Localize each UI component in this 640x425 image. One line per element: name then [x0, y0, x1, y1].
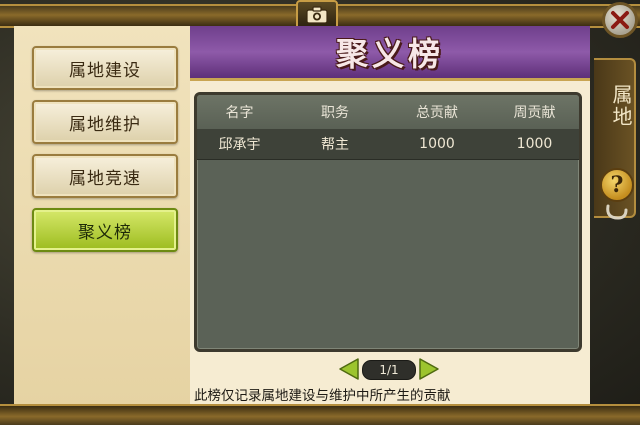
title-banner: 聚义榜	[190, 26, 590, 81]
nav-item-territory-maintain[interactable]: 属地维护	[32, 100, 178, 144]
camera-icon	[306, 6, 328, 24]
leaderboard-table: 名字 职务 总贡献 周贡献 邱承宇 帮主 1000 1000	[194, 92, 582, 352]
nav-item-label: 属地维护	[69, 114, 141, 135]
cell-total: 1000	[419, 136, 455, 152]
column-header-total: 总贡献	[416, 105, 458, 121]
nav-item-territory-build[interactable]: 属地建设	[32, 46, 178, 90]
nav-item-label: 聚义榜	[78, 222, 132, 243]
column-header-role: 职务	[321, 105, 349, 121]
footer-note: 此榜仅记录属地建设与维护中所产生的贡献	[194, 388, 451, 404]
nav-item-territory-race[interactable]: 属地竞速	[32, 154, 178, 198]
arrow-left-icon	[339, 358, 359, 380]
arrow-right-icon	[419, 358, 439, 380]
table-row[interactable]: 邱承宇 帮主 1000 1000	[197, 129, 579, 160]
page-title: 聚义榜	[335, 35, 444, 73]
column-header-weekly: 周贡献	[513, 105, 556, 121]
help-button[interactable]: ?	[600, 168, 634, 202]
page-indicator: 1/1	[362, 360, 416, 380]
close-button[interactable]	[602, 2, 638, 38]
left-nav-panel: 属地建设 属地维护 属地竞速 聚义榜	[14, 26, 192, 404]
cell-name: 邱承宇	[218, 137, 261, 153]
close-icon	[611, 11, 629, 29]
hook-ornament-icon	[606, 204, 628, 220]
cell-weekly: 1000	[516, 136, 553, 152]
side-tab-label: 属地	[609, 84, 633, 128]
cell-role: 帮主	[321, 137, 349, 153]
next-page-button[interactable]	[416, 356, 442, 382]
nav-item-label: 属地竞速	[69, 168, 141, 189]
pager: 1/1	[336, 356, 446, 382]
bottom-frame-rail	[0, 404, 640, 425]
column-header-name: 名字	[225, 105, 254, 121]
nav-item-label: 属地建设	[69, 60, 141, 81]
question-icon: ?	[610, 172, 624, 198]
table-header: 名字 职务 总贡献 周贡献	[197, 95, 579, 130]
game-window: 属地建设 属地维护 属地竞速 聚义榜 聚义榜 名字 职务 总贡献 周贡献 邱承宇…	[0, 0, 640, 425]
main-panel: 聚义榜 名字 职务 总贡献 周贡献 邱承宇 帮主 1000 1000 1/1 此…	[190, 26, 590, 404]
nav-item-leaderboard[interactable]: 聚义榜	[32, 208, 178, 252]
prev-page-button[interactable]	[336, 356, 362, 382]
